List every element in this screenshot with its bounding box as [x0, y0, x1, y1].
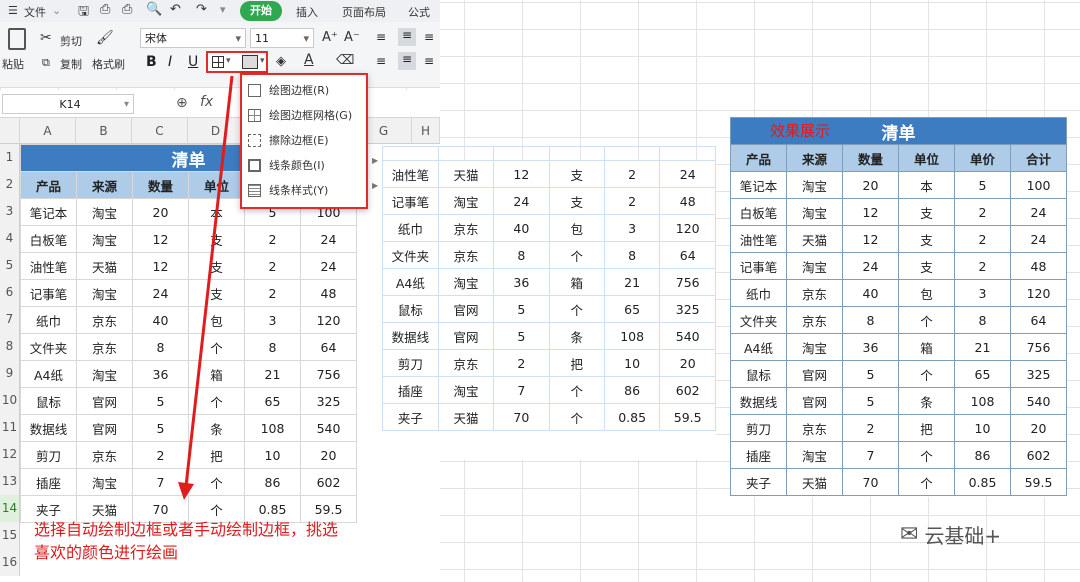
- annotation-line-2: 喜欢的颜色进行绘画: [34, 543, 179, 562]
- arrow-head: [178, 482, 194, 500]
- annotation-line-1: 选择自动绘制边框或者手动绘制边框，挑选: [34, 520, 339, 539]
- annotation-arrow: [178, 75, 234, 500]
- watermark: ✉ 云基础+: [900, 520, 1001, 549]
- wechat-icon: ✉: [900, 522, 919, 547]
- watermark-text: 云基础+: [924, 524, 1002, 548]
- arrow-line: [184, 75, 234, 487]
